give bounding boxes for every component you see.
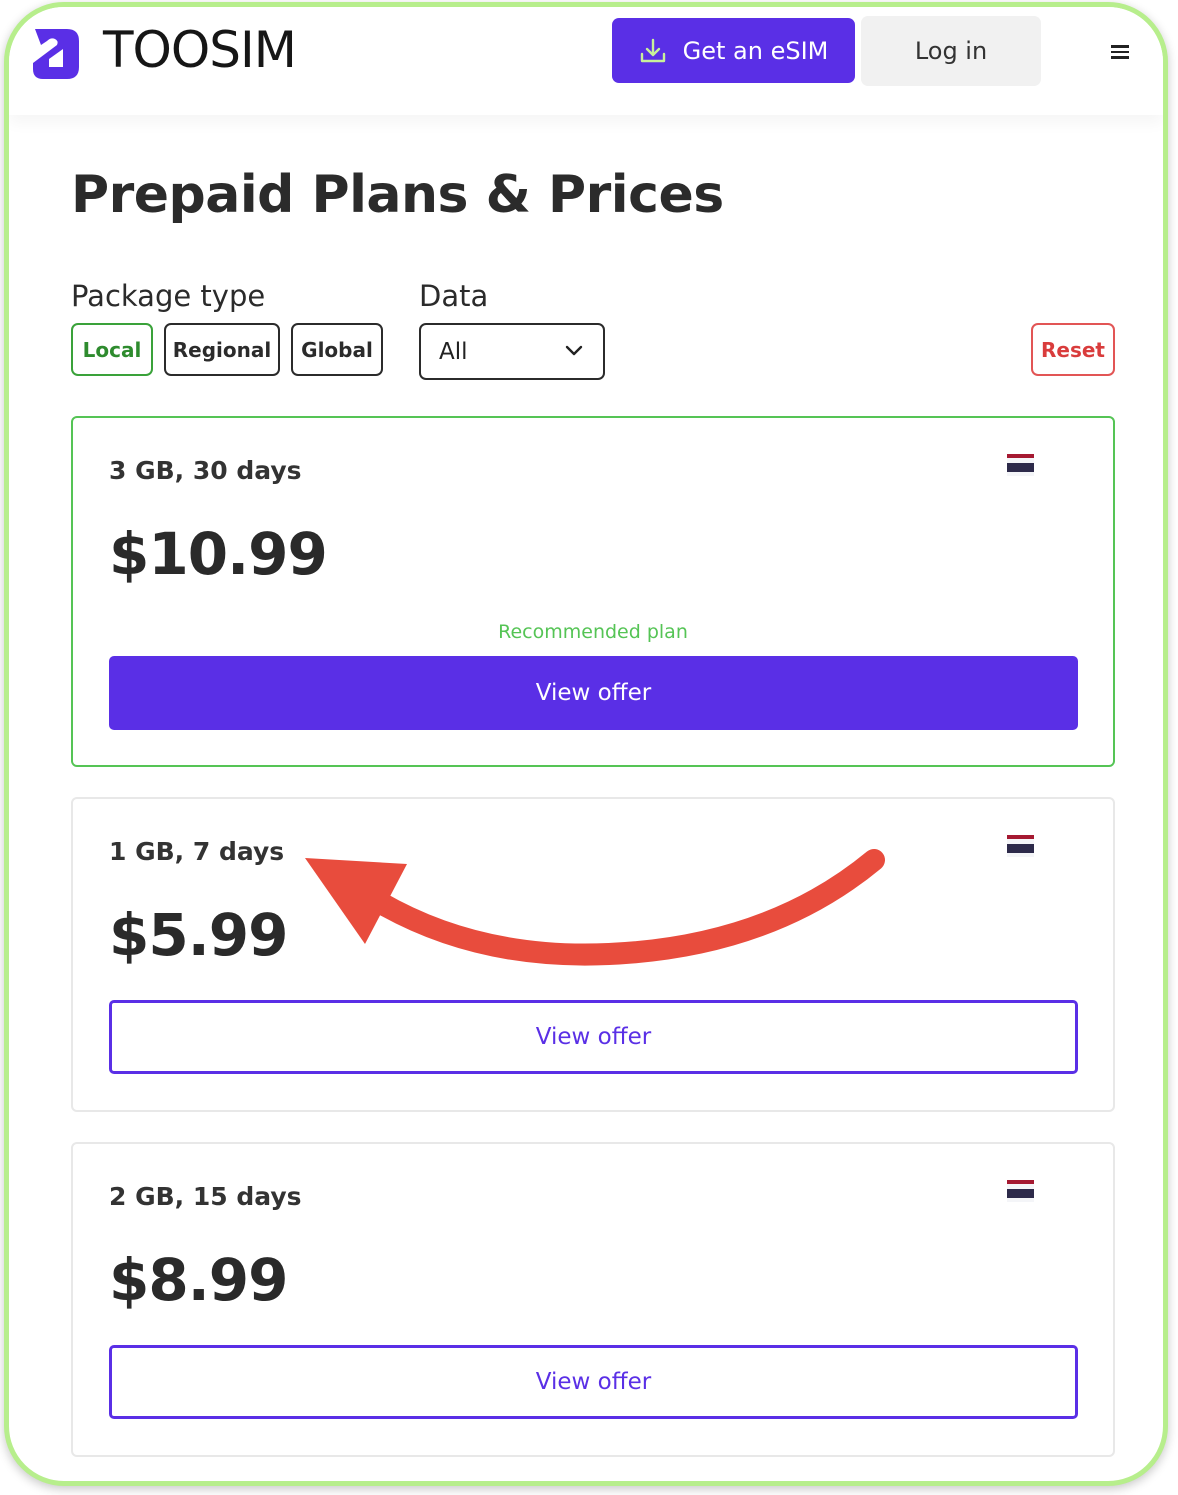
brand-wordmark[interactable]: TOOSIM (103, 21, 297, 79)
reset-button[interactable]: Reset (1031, 323, 1115, 376)
package-type-global[interactable]: Global (291, 323, 383, 376)
data-select-value: All (439, 338, 468, 365)
plan-price: $8.99 (109, 1246, 288, 1314)
plan-card: 2 GB, 15 days $8.99 View offer (71, 1142, 1115, 1457)
view-offer-button[interactable]: View offer (109, 1000, 1078, 1074)
plan-title: 1 GB, 7 days (109, 837, 285, 866)
get-esim-label: Get an eSIM (682, 36, 829, 65)
plan-title: 2 GB, 15 days (109, 1182, 302, 1211)
page-title: Prepaid Plans & Prices (71, 165, 724, 225)
package-type-label: Package type (71, 279, 266, 313)
thailand-flag-icon (1007, 835, 1034, 857)
package-type-regional[interactable]: Regional (164, 323, 280, 376)
package-type-local[interactable]: Local (71, 323, 153, 376)
plan-card-recommended: 3 GB, 30 days $10.99 Recommended plan Vi… (71, 416, 1115, 767)
data-select[interactable]: All (419, 323, 605, 380)
data-filter-label: Data (419, 279, 489, 313)
download-icon (640, 38, 665, 62)
plan-price: $5.99 (109, 901, 288, 969)
app-frame: TOOSIM Get an eSIM Log in Prepaid Plans … (4, 2, 1168, 1486)
annotation-arrow-icon (305, 849, 885, 966)
top-navbar: TOOSIM Get an eSIM Log in (9, 7, 1163, 115)
toosim-logo-icon[interactable] (27, 23, 83, 83)
view-offer-button[interactable]: View offer (109, 1345, 1078, 1419)
get-esim-button[interactable]: Get an eSIM (612, 18, 855, 83)
view-offer-button[interactable]: View offer (109, 656, 1078, 730)
recommended-badge: Recommended plan (498, 621, 688, 643)
plan-title: 3 GB, 30 days (109, 456, 302, 485)
thailand-flag-icon (1007, 1180, 1034, 1202)
hamburger-menu-icon[interactable] (1111, 45, 1129, 59)
login-button[interactable]: Log in (861, 16, 1041, 86)
plan-price: $10.99 (109, 520, 328, 588)
chevron-down-icon (565, 345, 583, 356)
thailand-flag-icon (1007, 454, 1034, 476)
